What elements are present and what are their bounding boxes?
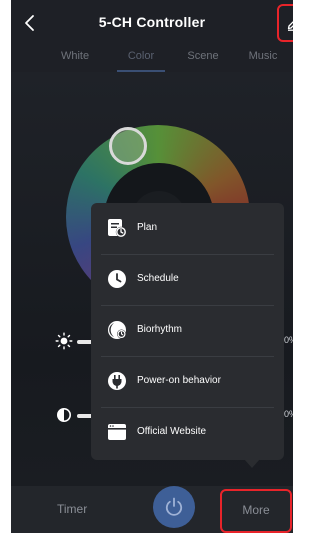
menu-item-official-website[interactable]: Official Website — [91, 407, 284, 458]
edit-button[interactable] — [277, 4, 293, 42]
menu-item-power-on-behavior[interactable]: Power-on behavior — [91, 356, 284, 407]
header: 5-CH Controller — [11, 0, 293, 46]
menu-item-label: Schedule — [137, 273, 179, 284]
contrast-value: 0% — [284, 409, 293, 419]
biorhythm-icon — [108, 321, 126, 339]
power-button[interactable] — [153, 486, 195, 528]
menu-item-label: Plan — [137, 222, 158, 233]
pencil-icon — [287, 21, 293, 31]
tab-music[interactable]: Music — [235, 50, 291, 62]
more-button[interactable]: More — [220, 489, 292, 533]
color-picker-handle[interactable] — [109, 127, 147, 165]
menu-pointer — [244, 459, 260, 468]
power-plug-icon — [108, 372, 126, 390]
tab-scene[interactable]: Scene — [175, 50, 231, 62]
timer-button[interactable]: Timer — [57, 502, 87, 516]
active-tab-indicator — [117, 70, 165, 72]
menu-item-biorhythm[interactable]: Biorhythm — [91, 305, 284, 356]
tab-color[interactable]: Color — [113, 50, 169, 62]
sun-icon — [55, 332, 73, 350]
calendar-clock-icon — [108, 219, 127, 238]
more-button-label: More — [242, 503, 270, 517]
menu-item-label: Official Website — [137, 426, 207, 437]
menu-item-label: Power-on behavior — [137, 375, 221, 386]
power-icon — [165, 497, 183, 516]
brightness-value: 0% — [284, 335, 293, 345]
clock-icon — [108, 270, 126, 288]
tab-white[interactable]: White — [47, 50, 103, 62]
app-screen: 5-CH Controller White Color Scene Music — [11, 0, 293, 533]
page-title: 5-CH Controller — [98, 14, 206, 30]
contrast-icon — [57, 408, 71, 422]
browser-window-icon — [108, 424, 126, 440]
menu-item-plan[interactable]: Plan — [91, 203, 284, 254]
tab-bar: White Color Scene Music — [11, 46, 293, 72]
menu-item-schedule[interactable]: Schedule — [91, 254, 284, 305]
menu-item-label: Biorhythm — [137, 324, 183, 335]
more-menu: Plan Schedule Biorhythm Power-on behavio… — [91, 203, 284, 460]
